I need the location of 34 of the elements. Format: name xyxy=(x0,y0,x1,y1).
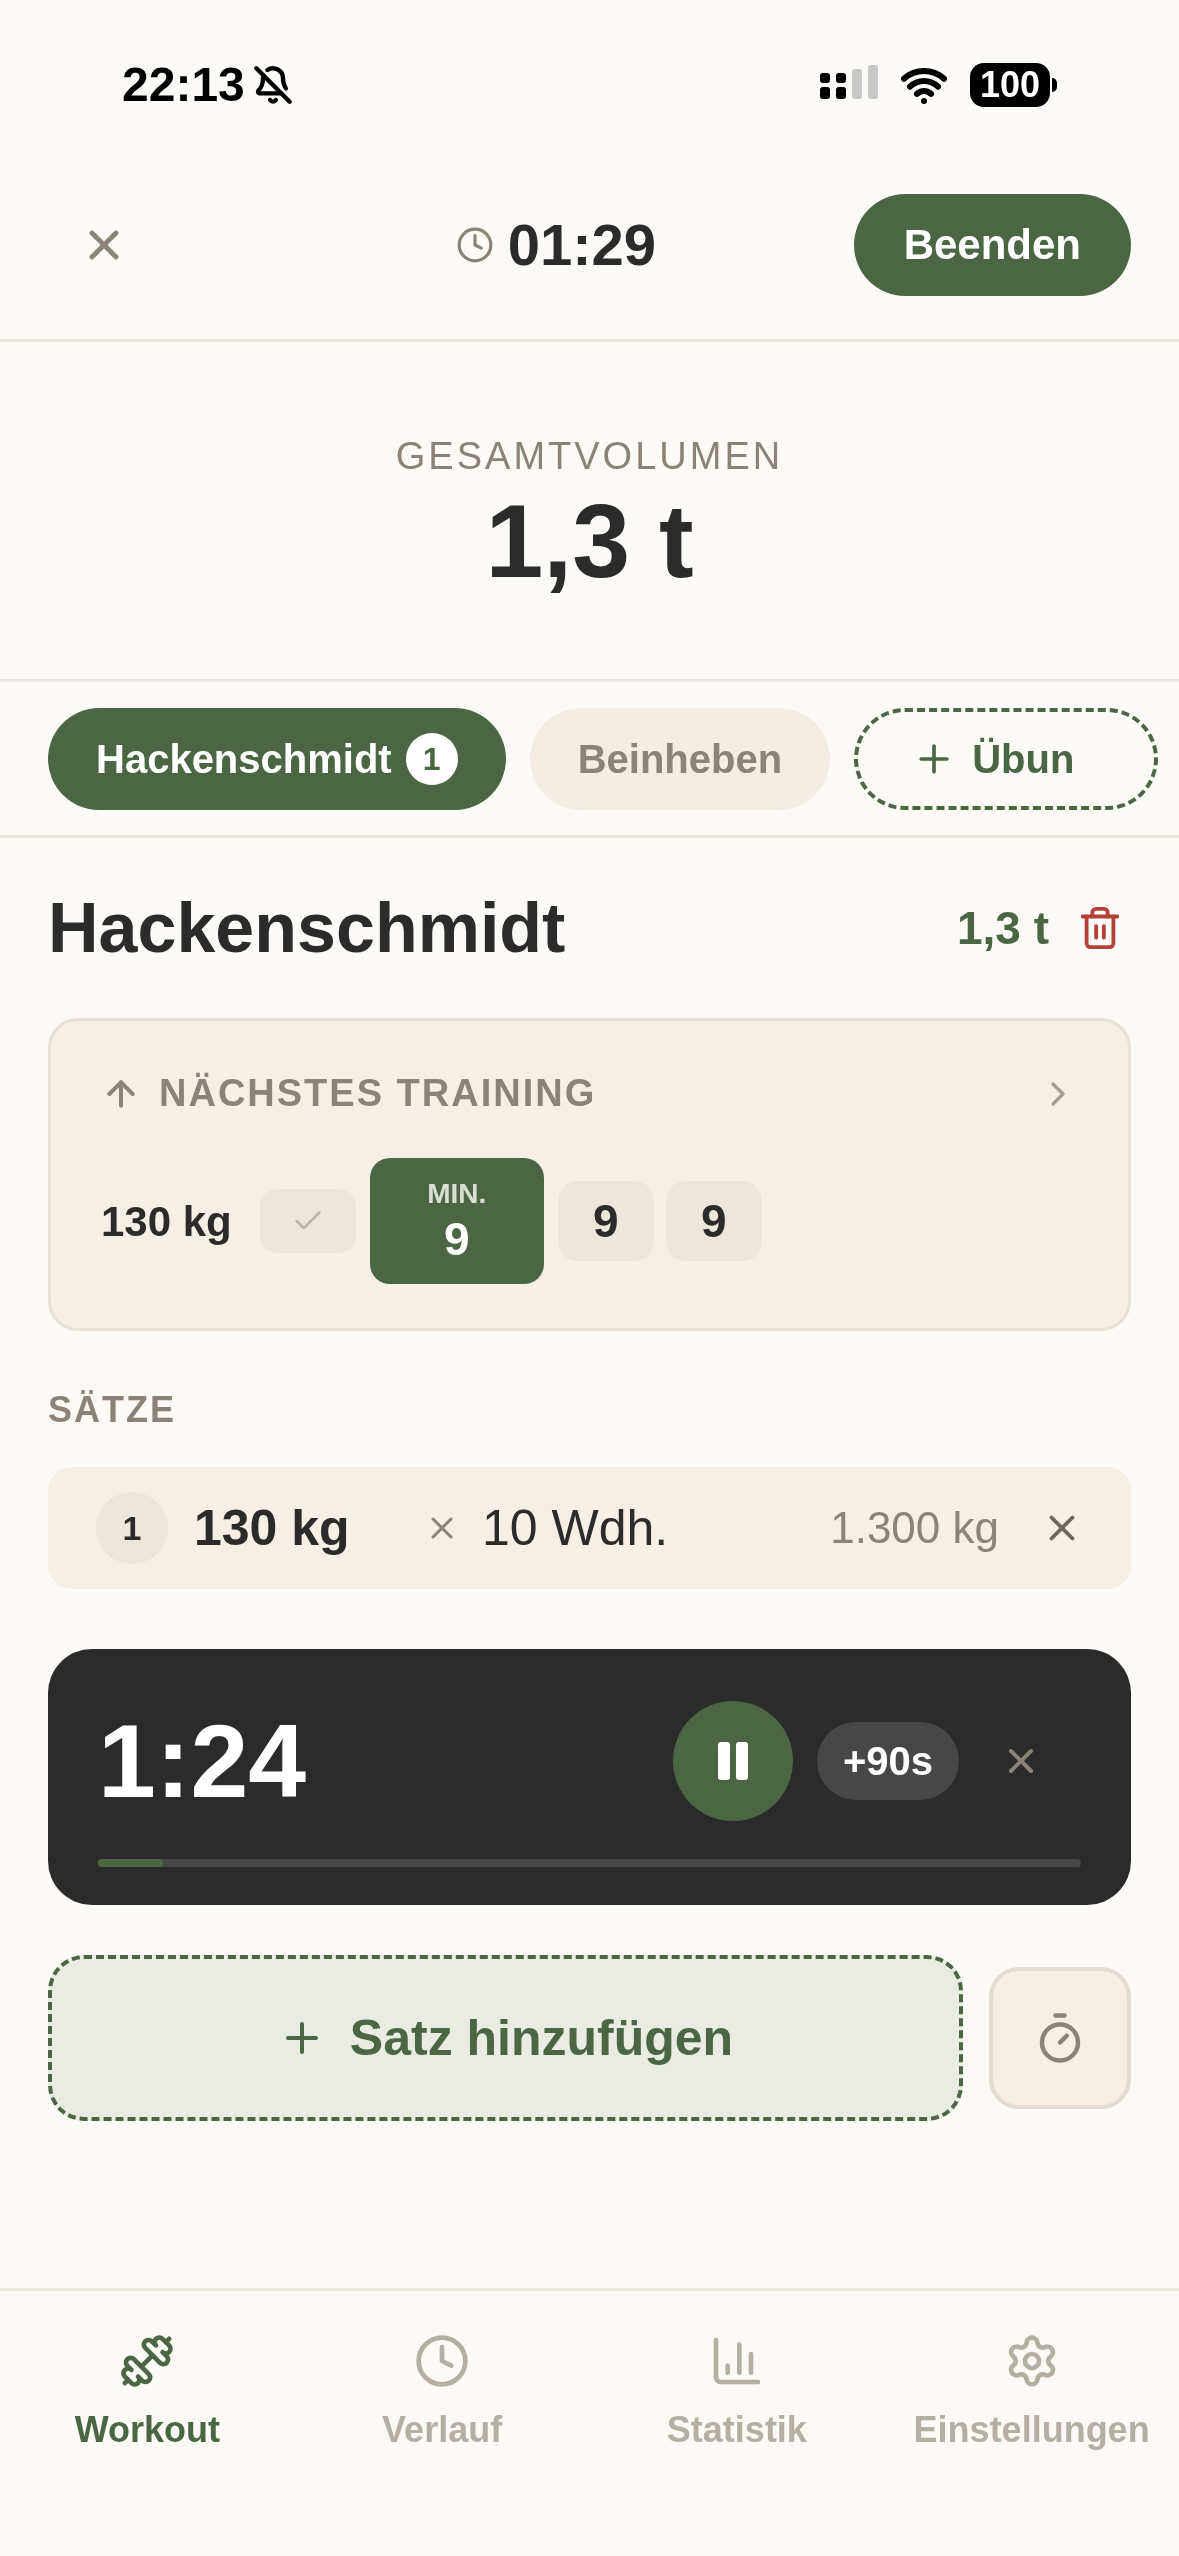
set-number: 1 xyxy=(96,1492,168,1564)
exercise-title: Hackenschmidt xyxy=(48,887,566,969)
exercise-volume: 1,3 t xyxy=(956,900,1049,956)
add-time-button[interactable]: +90s xyxy=(816,1722,959,1800)
add-set-button[interactable]: Satz hinzufügen xyxy=(48,1955,963,2121)
volume-value: 1,3 t xyxy=(485,489,694,593)
battery-indicator: 100 xyxy=(969,63,1057,107)
next-training-card[interactable]: NÄCHSTES TRAINING 130 kg MIN. 9 9 9 xyxy=(48,1018,1131,1331)
sets-label: SÄTZE xyxy=(48,1388,177,1432)
set-volume: 1.300 kg xyxy=(830,1502,999,1554)
target-weight: 130 kg xyxy=(101,1196,232,1247)
exercise-tab[interactable]: Hackenschmidt 1 xyxy=(48,707,506,810)
check-toggle[interactable] xyxy=(259,1189,356,1253)
count-badge: 1 xyxy=(405,732,458,785)
bell-off-icon xyxy=(252,65,293,105)
set-reps: 10 Wdh. xyxy=(482,1498,669,1558)
clock-icon xyxy=(455,225,494,264)
add-exercise-button[interactable]: Übun xyxy=(854,707,1159,810)
timer-button[interactable] xyxy=(989,1967,1131,2109)
status-time: 22:13 xyxy=(122,57,245,113)
card-title: NÄCHSTES TRAINING xyxy=(159,1071,597,1116)
reps-option[interactable]: 9 xyxy=(665,1181,762,1261)
finish-button[interactable]: Beenden xyxy=(853,193,1131,296)
set-row[interactable]: 1 130 kg 10 Wdh. 1.300 kg xyxy=(48,1467,1131,1589)
nav-tab[interactable]: Workout xyxy=(0,2333,295,2457)
elapsed-time: 01:29 xyxy=(507,211,656,279)
set-weight: 130 kg xyxy=(194,1498,351,1558)
dumbbell-icon xyxy=(119,2333,176,2389)
volume-label: GESAMTVOLUMEN xyxy=(395,434,784,479)
clock-icon xyxy=(414,2333,471,2389)
rest-time: 1:24 xyxy=(98,1702,307,1821)
reps-option[interactable]: 9 xyxy=(557,1181,654,1261)
exercise-tab[interactable]: Beinheben xyxy=(529,707,831,810)
reps-option[interactable]: MIN. 9 xyxy=(369,1158,544,1284)
